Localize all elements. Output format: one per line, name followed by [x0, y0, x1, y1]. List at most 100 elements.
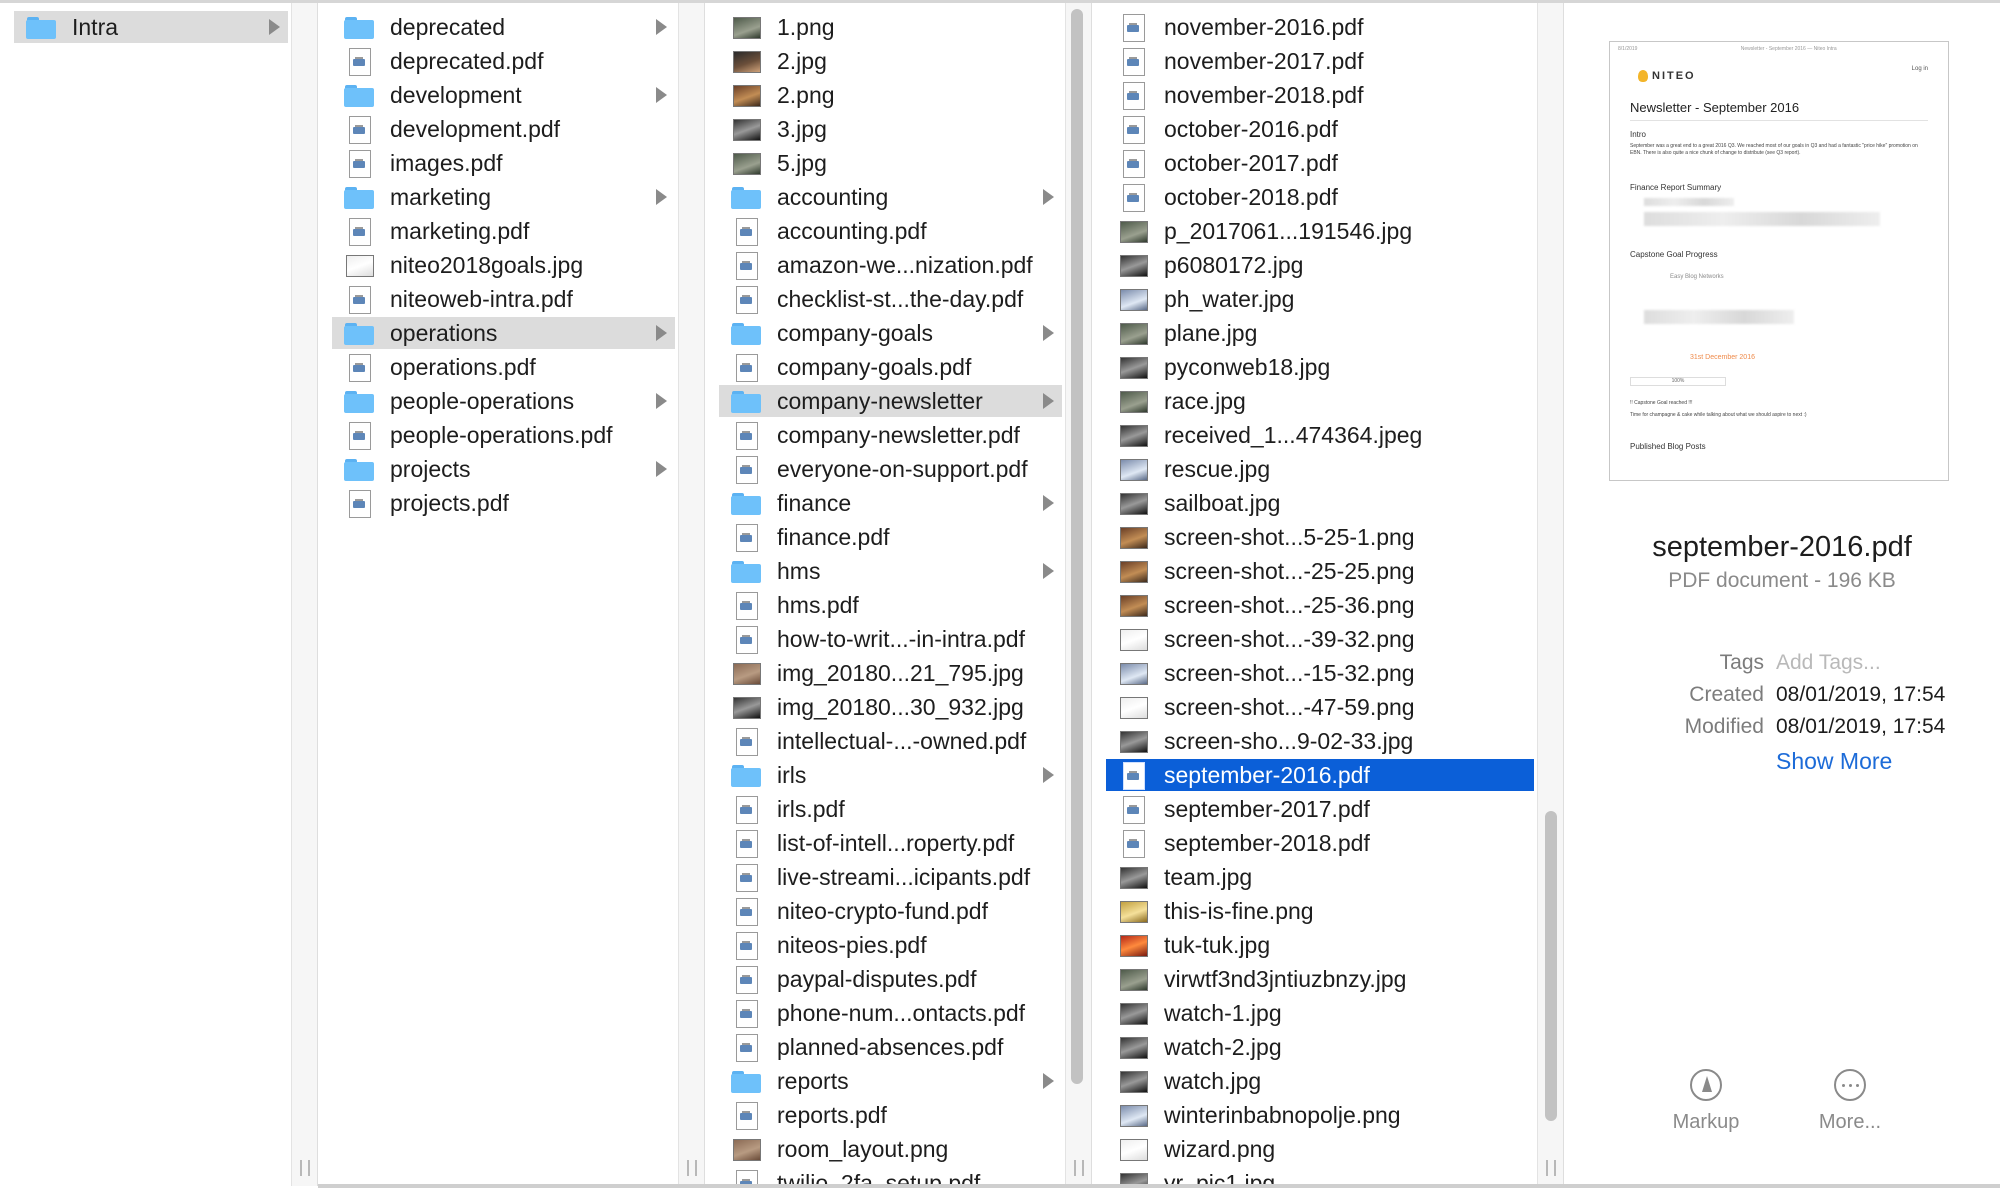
folder-row-deprecated[interactable]: deprecated	[332, 11, 675, 43]
file-row-deprecated-pdf[interactable]: deprecated.pdf	[332, 45, 675, 77]
folder-row-hms[interactable]: hms	[719, 555, 1062, 587]
file-row-race-jpg[interactable]: race.jpg	[1106, 385, 1534, 417]
file-row-projects-pdf[interactable]: projects.pdf	[332, 487, 675, 519]
file-row-ph-water-jpg[interactable]: ph_water.jpg	[1106, 283, 1534, 315]
file-row-this-is-fine-png[interactable]: this-is-fine.png	[1106, 895, 1534, 927]
folder-row-reports[interactable]: reports	[719, 1065, 1062, 1097]
file-row-screen-shot-47-59-png[interactable]: screen-shot...-47-59.png	[1106, 691, 1534, 723]
file-row-images-pdf[interactable]: images.pdf	[332, 147, 675, 179]
file-row-p-2017061-191546-jpg[interactable]: p_2017061...191546.jpg	[1106, 215, 1534, 247]
file-row-accounting-pdf[interactable]: accounting.pdf	[719, 215, 1062, 247]
file-row-november-2018-pdf[interactable]: november-2018.pdf	[1106, 79, 1534, 111]
folder-row-projects[interactable]: projects	[332, 453, 675, 485]
folder-row-company-newsletter[interactable]: company-newsletter	[719, 385, 1062, 417]
file-row-niteoweb-intra-pdf[interactable]: niteoweb-intra.pdf	[332, 283, 675, 315]
file-row-operations-pdf[interactable]: operations.pdf	[332, 351, 675, 383]
folder-row-irls[interactable]: irls	[719, 759, 1062, 791]
finder-column-1[interactable]: Intra	[0, 3, 318, 1186]
file-row-watch-2-jpg[interactable]: watch-2.jpg	[1106, 1031, 1534, 1063]
file-row-sailboat-jpg[interactable]: sailboat.jpg	[1106, 487, 1534, 519]
file-row-november-2017-pdf[interactable]: november-2017.pdf	[1106, 45, 1534, 77]
file-row-intellectual-owned-pdf[interactable]: intellectual-...-owned.pdf	[719, 725, 1062, 757]
file-row-october-2017-pdf[interactable]: october-2017.pdf	[1106, 147, 1534, 179]
folder-row-intra[interactable]: Intra	[14, 11, 288, 43]
finder-column-4[interactable]: november-2016.pdf november-2017.pdf novemb…	[1092, 3, 1564, 1186]
folder-row-company-goals[interactable]: company-goals	[719, 317, 1062, 349]
file-row-hms-pdf[interactable]: hms.pdf	[719, 589, 1062, 621]
file-row-screen-shot-5-25-1-png[interactable]: screen-shot...5-25-1.png	[1106, 521, 1534, 553]
scrollbar[interactable]	[1545, 811, 1557, 1121]
file-row-september-2016-pdf[interactable]: september-2016.pdf	[1106, 759, 1534, 791]
file-row-received-1-474364-jpeg[interactable]: received_1...474364.jpeg	[1106, 419, 1534, 451]
file-row-niteos-pies-pdf[interactable]: niteos-pies.pdf	[719, 929, 1062, 961]
file-row-amazon-we-nization-pdf[interactable]: amazon-we...nization.pdf	[719, 249, 1062, 281]
markup-button[interactable]: Markup	[1646, 1069, 1766, 1134]
file-row-people-operations-pdf[interactable]: people-operations.pdf	[332, 419, 675, 451]
file-row-watch-jpg[interactable]: watch.jpg	[1106, 1065, 1534, 1097]
file-row-2-png[interactable]: 2.png	[719, 79, 1062, 111]
folder-row-finance[interactable]: finance	[719, 487, 1062, 519]
file-row-checklist-st-the-day-pdf[interactable]: checklist-st...the-day.pdf	[719, 283, 1062, 315]
show-more-link[interactable]: Show More	[1776, 748, 1892, 775]
file-row-screen-shot-15-32-png[interactable]: screen-shot...-15-32.png	[1106, 657, 1534, 689]
file-row-screen-shot-25-36-png[interactable]: screen-shot...-25-36.png	[1106, 589, 1534, 621]
file-row-development-pdf[interactable]: development.pdf	[332, 113, 675, 145]
file-row-3-jpg[interactable]: 3.jpg	[719, 113, 1062, 145]
file-row-1-png[interactable]: 1.png	[719, 11, 1062, 43]
file-row-september-2017-pdf[interactable]: september-2017.pdf	[1106, 793, 1534, 825]
scrollbar[interactable]	[1071, 9, 1083, 1084]
file-row-list-of-intell-roperty-pdf[interactable]: list-of-intell...roperty.pdf	[719, 827, 1062, 859]
file-row-pyconweb18-jpg[interactable]: pyconweb18.jpg	[1106, 351, 1534, 383]
horizontal-scrollbar[interactable]	[318, 1184, 2000, 1188]
folder-row-marketing[interactable]: marketing	[332, 181, 675, 213]
file-row-wizard-png[interactable]: wizard.png	[1106, 1133, 1534, 1165]
file-row-2-jpg[interactable]: 2.jpg	[719, 45, 1062, 77]
file-row-screen-shot-25-25-png[interactable]: screen-shot...-25-25.png	[1106, 555, 1534, 587]
file-row-everyone-on-support-pdf[interactable]: everyone-on-support.pdf	[719, 453, 1062, 485]
file-row-plane-jpg[interactable]: plane.jpg	[1106, 317, 1534, 349]
tags-input[interactable]: Add Tags...	[1776, 651, 1881, 675]
file-row-october-2016-pdf[interactable]: october-2016.pdf	[1106, 113, 1534, 145]
file-row-planned-absences-pdf[interactable]: planned-absences.pdf	[719, 1031, 1062, 1063]
file-row-company-newsletter-pdf[interactable]: company-newsletter.pdf	[719, 419, 1062, 451]
file-row-paypal-disputes-pdf[interactable]: paypal-disputes.pdf	[719, 963, 1062, 995]
file-row-team-jpg[interactable]: team.jpg	[1106, 861, 1534, 893]
file-row-winterinbabnopolje-png[interactable]: winterinbabnopolje.png	[1106, 1099, 1534, 1131]
file-row-phone-num-ontacts-pdf[interactable]: phone-num...ontacts.pdf	[719, 997, 1062, 1029]
file-row-img-20180-21-795-jpg[interactable]: img_20180...21_795.jpg	[719, 657, 1062, 689]
file-row-november-2016-pdf[interactable]: november-2016.pdf	[1106, 11, 1534, 43]
file-row-live-streami-icipants-pdf[interactable]: live-streami...icipants.pdf	[719, 861, 1062, 893]
file-row-screen-shot-39-32-png[interactable]: screen-shot...-39-32.png	[1106, 623, 1534, 655]
file-row-rescue-jpg[interactable]: rescue.jpg	[1106, 453, 1534, 485]
file-row-screen-sho-9-02-33-jpg[interactable]: screen-sho...9-02-33.jpg	[1106, 725, 1534, 757]
file-row-p6080172-jpg[interactable]: p6080172.jpg	[1106, 249, 1534, 281]
column-resize-handle[interactable]	[1074, 1160, 1084, 1176]
file-row-niteo-crypto-fund-pdf[interactable]: niteo-crypto-fund.pdf	[719, 895, 1062, 927]
folder-row-operations[interactable]: operations	[332, 317, 675, 349]
file-row-october-2018-pdf[interactable]: october-2018.pdf	[1106, 181, 1534, 213]
file-row-september-2018-pdf[interactable]: september-2018.pdf	[1106, 827, 1534, 859]
file-row-tuk-tuk-jpg[interactable]: tuk-tuk.jpg	[1106, 929, 1534, 961]
file-row-img-20180-30-932-jpg[interactable]: img_20180...30_932.jpg	[719, 691, 1062, 723]
folder-row-development[interactable]: development	[332, 79, 675, 111]
column-resize-handle[interactable]	[687, 1160, 697, 1176]
document-thumbnail[interactable]: 8/1/2019 Newsletter - September 2016 — Ni…	[1609, 41, 1949, 481]
file-row-watch-1-jpg[interactable]: watch-1.jpg	[1106, 997, 1534, 1029]
file-row-5-jpg[interactable]: 5.jpg	[719, 147, 1062, 179]
file-row-room-layout-png[interactable]: room_layout.png	[719, 1133, 1062, 1165]
column-resize-handle[interactable]	[1546, 1160, 1556, 1176]
folder-row-people-operations[interactable]: people-operations	[332, 385, 675, 417]
column-resize-handle[interactable]	[300, 1160, 310, 1176]
file-row-irls-pdf[interactable]: irls.pdf	[719, 793, 1062, 825]
file-row-niteo2018goals-jpg[interactable]: niteo2018goals.jpg	[332, 249, 675, 281]
finder-column-2[interactable]: deprecated deprecated.pdf development devel…	[318, 3, 705, 1186]
file-row-marketing-pdf[interactable]: marketing.pdf	[332, 215, 675, 247]
finder-column-3[interactable]: 1.png 2.jpg 2.png 3.jpg 5.jpg accounting accou…	[705, 3, 1092, 1186]
file-row-how-to-writ-in-intra-pdf[interactable]: how-to-writ...-in-intra.pdf	[719, 623, 1062, 655]
file-row-finance-pdf[interactable]: finance.pdf	[719, 521, 1062, 553]
file-row-virwtf3nd3jntiuzbnzy-jpg[interactable]: virwtf3nd3jntiuzbnzy.jpg	[1106, 963, 1534, 995]
folder-row-accounting[interactable]: accounting	[719, 181, 1062, 213]
file-row-reports-pdf[interactable]: reports.pdf	[719, 1099, 1062, 1131]
more-button[interactable]: More...	[1790, 1069, 1910, 1134]
file-row-company-goals-pdf[interactable]: company-goals.pdf	[719, 351, 1062, 383]
